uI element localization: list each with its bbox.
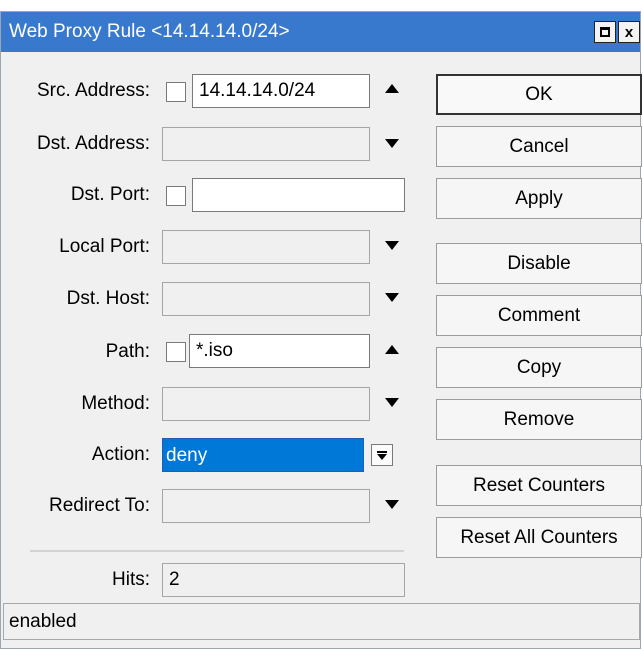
window-title: Web Proxy Rule <14.14.14.0/24>	[9, 21, 290, 42]
dst-port-input[interactable]	[192, 178, 405, 212]
hits-label: Hits:	[112, 569, 150, 590]
title-bar[interactable]: Web Proxy Rule <14.14.14.0/24> x	[1, 12, 640, 52]
collapse-arrow-icon[interactable]	[385, 84, 399, 93]
comment-button[interactable]: Comment	[436, 295, 642, 336]
divider	[30, 550, 404, 552]
action-select[interactable]: deny	[162, 438, 364, 472]
action-label: Action:	[91, 444, 150, 465]
src-address-input[interactable]: 14.14.14.0/24	[192, 74, 370, 108]
reset-counters-button[interactable]: Reset Counters	[436, 465, 642, 506]
dst-host-label: Dst. Host:	[66, 288, 150, 309]
apply-button[interactable]: Apply	[436, 178, 642, 219]
expand-arrow-icon[interactable]	[385, 139, 399, 148]
hits-value: 2	[162, 563, 405, 597]
redirect-to-label: Redirect To:	[48, 495, 150, 516]
disable-button[interactable]: Disable	[436, 243, 642, 284]
path-negate-checkbox[interactable]	[166, 342, 186, 362]
collapse-arrow-icon[interactable]	[385, 345, 399, 354]
web-proxy-rule-window: Web Proxy Rule <14.14.14.0/24> x Src. Ad…	[0, 11, 642, 649]
expand-arrow-icon[interactable]	[385, 500, 399, 509]
local-port-field[interactable]	[162, 230, 370, 264]
local-port-label: Local Port:	[59, 236, 150, 257]
dst-address-field[interactable]	[162, 127, 370, 161]
maximize-icon[interactable]	[594, 21, 616, 43]
dst-port-negate-checkbox[interactable]	[166, 186, 186, 206]
cancel-button[interactable]: Cancel	[436, 126, 642, 167]
remove-button[interactable]: Remove	[436, 399, 642, 440]
src-address-label: Src. Address:	[37, 80, 150, 101]
dropdown-icon[interactable]	[371, 444, 393, 466]
reset-all-counters-button[interactable]: Reset All Counters	[436, 517, 642, 558]
path-label: Path:	[105, 341, 150, 362]
status-bar: enabled	[3, 603, 640, 640]
dst-port-label: Dst. Port:	[70, 184, 150, 205]
method-field[interactable]	[162, 387, 370, 421]
ok-button[interactable]: OK	[436, 74, 642, 115]
redirect-to-field[interactable]	[162, 489, 370, 523]
src-address-negate-checkbox[interactable]	[166, 82, 186, 102]
path-input[interactable]: *.iso	[189, 334, 370, 368]
expand-arrow-icon[interactable]	[385, 241, 399, 250]
close-icon[interactable]: x	[618, 21, 640, 43]
copy-button[interactable]: Copy	[436, 347, 642, 388]
dst-host-field[interactable]	[162, 282, 370, 316]
expand-arrow-icon[interactable]	[385, 293, 399, 302]
dst-address-label: Dst. Address:	[37, 133, 150, 154]
expand-arrow-icon[interactable]	[385, 398, 399, 407]
method-label: Method:	[81, 393, 150, 414]
